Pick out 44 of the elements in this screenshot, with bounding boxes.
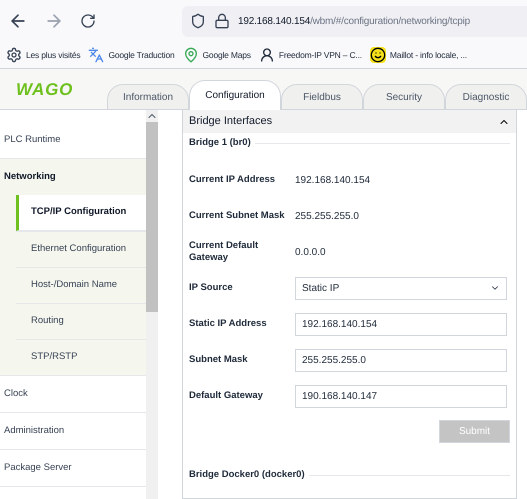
group-legend: Bridge 1 (br0) [189, 136, 251, 150]
nav-tab[interactable]: Information [107, 84, 189, 110]
field-label: Current Default Gateway [189, 240, 260, 264]
panel-header[interactable]: Bridge Interfaces [183, 110, 516, 133]
sidebar-item[interactable]: Clock [0, 376, 146, 412]
gear-icon [6, 47, 22, 63]
nav-tab[interactable]: Configuration [189, 80, 281, 110]
bookmark[interactable]: Freedom-IP VPN – C... [258, 47, 362, 63]
input-field[interactable]: 192.168.140.154 [295, 312, 507, 336]
translate-icon [88, 47, 104, 63]
bookmark[interactable]: Google Maps [182, 47, 251, 63]
sidebar-item[interactable]: Administration [0, 413, 146, 449]
group-legend: Bridge Docker0 (docker0) [189, 468, 305, 482]
field-value: 192.168.140.154 [295, 174, 370, 188]
logo: WAGO [16, 79, 74, 101]
field-label: Static IP Address [189, 318, 268, 330]
bookmark[interactable]: Maillot - info locale, ... [370, 47, 467, 63]
scrollbar-thumb[interactable] [146, 122, 158, 312]
sidebar-item[interactable]: Package Server [0, 450, 146, 486]
bookmark[interactable]: Google Traduction [88, 47, 174, 63]
field-value: 255.255.255.0 [295, 210, 359, 224]
map-pin-icon [182, 47, 198, 63]
sidebar-item[interactable]: PLC Runtime [0, 122, 146, 158]
nav-tab[interactable]: Security [363, 84, 445, 110]
field-label: Subnet Mask [189, 354, 249, 366]
field-label: Current Subnet Mask [189, 210, 286, 222]
url-text: 192.168.140.154/wbm/#/configuration/networking/tcpip [238, 14, 470, 28]
sidebar-item[interactable]: Networking [0, 159, 146, 195]
reload-icon[interactable] [80, 13, 96, 29]
field-value: 0.0.0.0 [295, 246, 326, 260]
address-bar[interactable]: 192.168.140.154/wbm/#/configuration/networking/tcpip [182, 6, 527, 36]
nav-tab[interactable]: Fieldbus [281, 84, 363, 110]
ip-source-select[interactable]: Static IP [295, 276, 507, 300]
sidebar-subitem[interactable]: TCP/IP Configuration [16, 195, 146, 231]
shield-icon [190, 13, 206, 29]
bookmark[interactable]: Les plus visités [6, 47, 80, 63]
lock-icon [214, 13, 230, 29]
field-label: Current IP Address [189, 174, 276, 186]
smiley-icon [370, 47, 386, 63]
field-label: Default Gateway [189, 390, 264, 402]
input-field[interactable]: 255.255.255.0 [295, 348, 507, 372]
nav-tab[interactable]: Diagnostic [445, 84, 527, 110]
input-field[interactable]: 190.168.140.147 [295, 384, 507, 408]
field-label: IP Source [189, 282, 234, 294]
